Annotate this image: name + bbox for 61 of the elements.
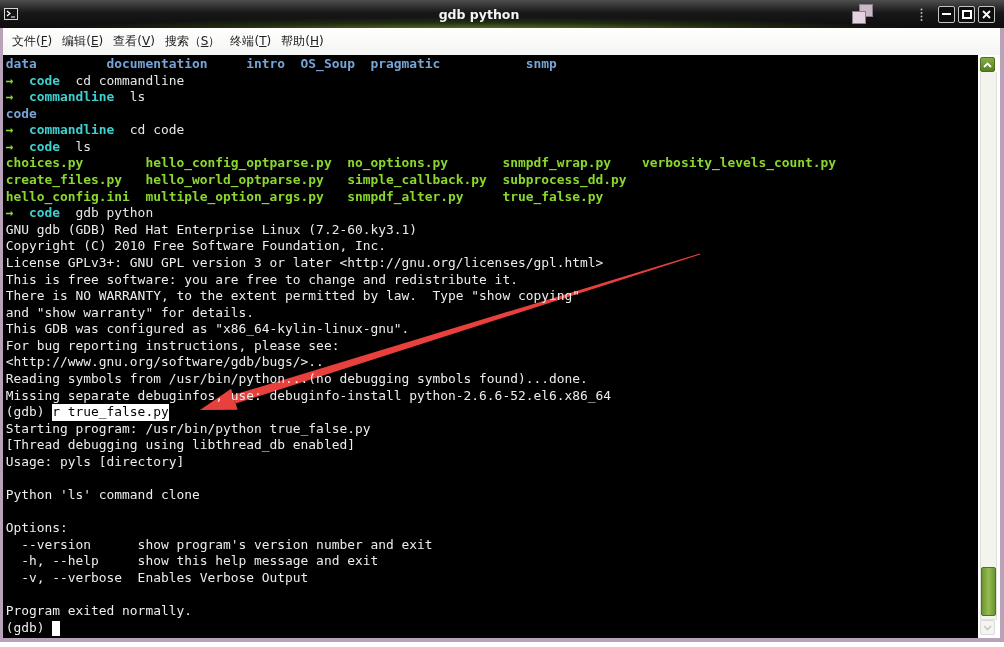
chevron-up-icon (983, 61, 992, 68)
output-line: Python 'ls' command clone (5, 487, 200, 504)
prompt-arrow: → (5, 89, 14, 106)
output-line: GNU gdb (GDB) Red Hat Enterprise Linux (7.2-60.ky3.1) (5, 221, 417, 239)
output-line: License GPLv3+: GNU GPL version 3 or later <http://gnu.org/licenses/gpl.html> (5, 254, 604, 272)
prompt-arrow: → (5, 122, 14, 139)
output-line: [Thread debugging using libthread_db enabled] (5, 437, 355, 454)
maximize-button[interactable] (958, 5, 975, 23)
chevron-down-icon (983, 624, 992, 631)
prompt-arrow: → (5, 138, 14, 156)
window-title: gdb python (437, 6, 521, 22)
output-line: -v, --verbose Enables Verbose Output (20, 569, 309, 587)
minimize-button[interactable] (938, 5, 955, 23)
prompt-directory: code (28, 72, 60, 90)
menu-item[interactable]: 搜索（S） (160, 31, 225, 52)
output-line: <http://www.gnu.org/software/gdb/bugs/>.. (5, 354, 324, 371)
output-line: For bug reporting instructions, please see: (5, 337, 340, 355)
maximize-icon (961, 9, 972, 19)
output-line: This GDB was configured as "x86_64-kylin-linux-gnu". (5, 321, 410, 338)
prompt-directory: code (28, 205, 60, 222)
output-line: -h, --help show this help message and exit (20, 553, 379, 570)
menu-item[interactable]: 帮助(H) (277, 31, 328, 52)
scrollbar-thumb[interactable] (981, 567, 996, 616)
menu-item[interactable]: 编辑(E) (58, 31, 108, 52)
file-listing: create_files.py hello_world_optparse.py simple_callback.py subprocess_dd.py (5, 172, 627, 189)
close-button[interactable] (978, 5, 995, 23)
shell-command: cd code (129, 122, 185, 139)
prompt-arrow: → (5, 205, 14, 222)
output-line: Starting program: /usr/bin/python true_false.py (5, 420, 371, 438)
prompt-directory: code (28, 138, 60, 156)
close-icon (982, 9, 991, 19)
directory-listing: data documentation intro OS_Soup pragmatic snmp (5, 56, 557, 73)
output-line: Options: (5, 520, 68, 537)
gdb-prompt: (gdb) (5, 404, 45, 421)
shell-command: cd commandline (75, 72, 185, 90)
file-listing: choices.py hello_config_optparse.py no_options.py snmpdf_wrap.py verbosity_levels_count.py (5, 155, 837, 173)
grip-icon[interactable] (920, 7, 923, 21)
directory-listing: code (5, 105, 37, 123)
output-line: Usage: pyls [directory] (5, 453, 185, 471)
terminal-icon[interactable] (4, 8, 18, 20)
output-line: --version show program's version number and exit (20, 536, 433, 554)
shell-command: gdb python (75, 205, 154, 222)
output-line: Program exited normally. (5, 603, 192, 620)
output-line: Missing separate debuginfos, use: debuginfo-install python-2.6.6-52.el6.x86_64 (5, 387, 612, 405)
minimize-icon (942, 13, 951, 15)
stacked-squares-icon[interactable] (852, 4, 873, 24)
output-line: Copyright (C) 2010 Free Software Foundation, Inc. (5, 238, 386, 255)
file-listing: hello_config.ini multiple_option_args.py snmpdf_alter.py true_false.py (5, 188, 604, 206)
scroll-up-button[interactable] (980, 57, 995, 72)
prompt-directory: commandline (28, 122, 115, 139)
menu-item[interactable]: 终端(T) (226, 31, 276, 52)
output-line: This is free software: you are free to change and redistribute it. (5, 271, 518, 289)
menu-item[interactable]: 文件(F) (8, 31, 57, 52)
menu-item[interactable]: 查看(V) (109, 31, 159, 52)
gdb-prompt: (gdb) (5, 619, 45, 637)
shell-command: ls (129, 89, 146, 106)
prompt-arrow: → (5, 72, 14, 90)
output-line: and "show warranty" for details. (5, 304, 255, 322)
prompt-directory: commandline (28, 89, 115, 106)
gdb-command: r true_false.py (52, 404, 169, 421)
shell-command: ls (75, 138, 92, 156)
